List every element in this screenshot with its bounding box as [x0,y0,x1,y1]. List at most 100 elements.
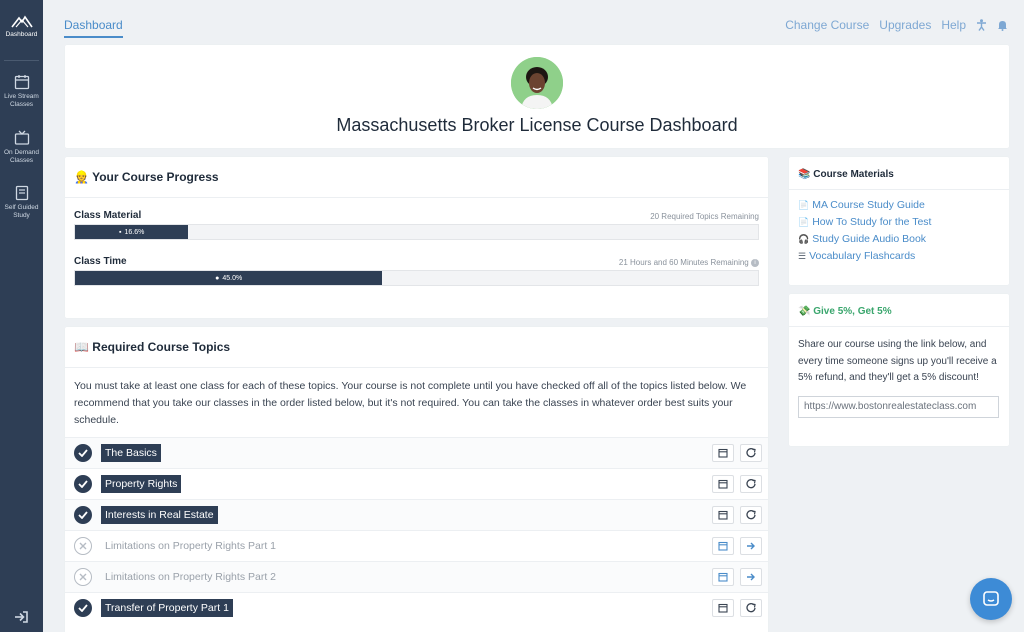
check-circle-icon [74,444,92,462]
topic-actions [712,568,762,586]
logout-button[interactable] [14,610,28,628]
books-icon: 📚 [798,169,811,180]
tv-icon [14,130,29,145]
bell-icon[interactable] [997,19,1008,31]
book-icon [15,185,28,201]
redo-icon [746,603,756,613]
class-time-progress: Class Time 21 Hours and 60 Minutes Remai… [65,256,768,286]
retake-button[interactable] [740,475,762,493]
topic-actions [712,506,762,524]
referral-title: 💸 Give 5%, Get 5% [789,294,1009,327]
info-icon[interactable]: i [751,258,759,267]
material-link[interactable]: 🎧 Study Guide Audio Book [789,231,1009,248]
sidebar-item-label: Dashboard [5,31,38,38]
page-title: Massachusetts Broker License Course Dash… [336,115,738,135]
material-link-label: MA Course Study Guide [812,199,925,211]
tab-dashboard[interactable]: Dashboard [64,18,123,38]
material-link[interactable]: 📄 How To Study for the Test [789,214,1009,231]
topic-label[interactable]: Transfer of Property Part 1 [101,599,233,617]
required-topics-description: You must take at least one class for eac… [74,380,747,426]
schedule-button[interactable] [712,568,734,586]
retake-button[interactable] [740,599,762,617]
arrow-right-icon [747,573,755,581]
retake-button[interactable] [740,506,762,524]
calendar-icon [718,572,728,582]
material-link[interactable]: 📄 MA Course Study Guide [789,197,1009,214]
topic-actions [712,444,762,462]
open-book-icon: 📖 [74,340,89,354]
course-progress-title-text: Your Course Progress [92,170,219,184]
schedule-button[interactable] [712,506,734,524]
class-material-remaining: 20 Required Topics Remaining [650,212,759,221]
sidebar-item-label: On Demand Classes [3,149,40,164]
material-link-label: Study Guide Audio Book [812,233,927,245]
calendar-icon [718,479,728,489]
material-link-label: How To Study for the Test [812,216,932,228]
sidebar-item-self-guided[interactable]: Self Guided Study [0,185,43,220]
worker-icon: 👷 [74,170,89,184]
upgrades-link[interactable]: Upgrades [879,18,931,32]
document-icon: 📄 [798,217,810,227]
sidebar-item-on-demand[interactable]: On Demand Classes [0,130,43,165]
required-topics-title-text: Required Course Topics [92,340,231,354]
topic-row: Interests in Real Estate [65,499,768,530]
topic-row: Property Rights [65,468,768,499]
schedule-button[interactable] [712,537,734,555]
calendar-icon [14,75,29,90]
schedule-button[interactable] [712,475,734,493]
change-course-link[interactable]: Change Course [785,18,869,32]
class-material-progress: Class Material 20 Required Topics Remain… [65,210,768,240]
topic-label[interactable]: Limitations on Property Rights Part 2 [101,568,280,586]
material-link[interactable]: ☰ Vocabulary Flashcards [789,248,1009,265]
start-button[interactable] [740,568,762,586]
class-material-label: Class Material [74,210,142,221]
calendar-icon [718,510,728,520]
avatar [511,57,563,109]
referral-title-text: Give 5%, Get 5% [813,306,892,317]
material-link-label: Vocabulary Flashcards [809,250,916,262]
check-circle-icon [74,506,92,524]
sidebar-item-label: Self Guided Study [4,204,39,219]
class-time-label: Class Time [74,256,127,267]
topic-label[interactable]: Interests in Real Estate [101,506,218,524]
topic-row: Transfer of Property Part 1 [65,592,768,623]
class-time-remaining-text: 21 Hours and 60 Minutes Remaining [618,258,749,267]
class-material-bar-fill: ▪ 16.6% [75,225,189,239]
arrow-right-icon [747,542,755,550]
sidebar: Dashboard Live Stream Classes On Demand … [0,0,43,632]
logout-icon [15,611,28,623]
book-icon: ▪ [119,228,122,236]
course-materials-card: 📚 Course Materials 📄 MA Course Study Guid… [789,157,1009,285]
topic-row: Limitations on Property Rights Part 2 [65,561,768,592]
layers-icon: ☰ [798,251,807,261]
class-material-percent: 16.6% [124,228,145,236]
class-time-bar-fill: ● 45.0% [75,271,383,285]
topic-actions [712,537,762,555]
chat-button[interactable] [970,578,1012,620]
sidebar-item-label: Live Stream Classes [4,93,39,108]
top-nav: Change Course Upgrades Help [785,18,1008,32]
schedule-button[interactable] [712,599,734,617]
start-button[interactable] [740,537,762,555]
calendar-icon [718,448,728,458]
redo-icon [746,510,756,520]
accessibility-icon[interactable] [976,19,987,31]
required-topics-card: 📖 Required Course Topics You must take a… [65,327,768,632]
dashboard-header: Massachusetts Broker License Course Dash… [65,45,1009,148]
topic-label[interactable]: Property Rights [101,475,182,493]
schedule-button[interactable] [712,444,734,462]
chat-icon [983,591,999,606]
help-link[interactable]: Help [941,18,966,32]
calendar-icon [718,541,728,551]
topic-actions [712,599,762,617]
sidebar-item-dashboard[interactable]: Dashboard [0,14,43,39]
x-circle-icon [74,568,92,586]
course-progress-title: 👷 Your Course Progress [65,157,768,198]
topic-label[interactable]: The Basics [101,444,161,462]
sidebar-item-live-stream[interactable]: Live Stream Classes [0,74,43,109]
referral-link-field[interactable] [798,395,999,418]
referral-card: 💸 Give 5%, Get 5% Share our course using… [789,294,1009,446]
check-circle-icon [74,475,92,493]
retake-button[interactable] [740,444,762,462]
topic-label[interactable]: Limitations on Property Rights Part 1 [101,537,280,555]
